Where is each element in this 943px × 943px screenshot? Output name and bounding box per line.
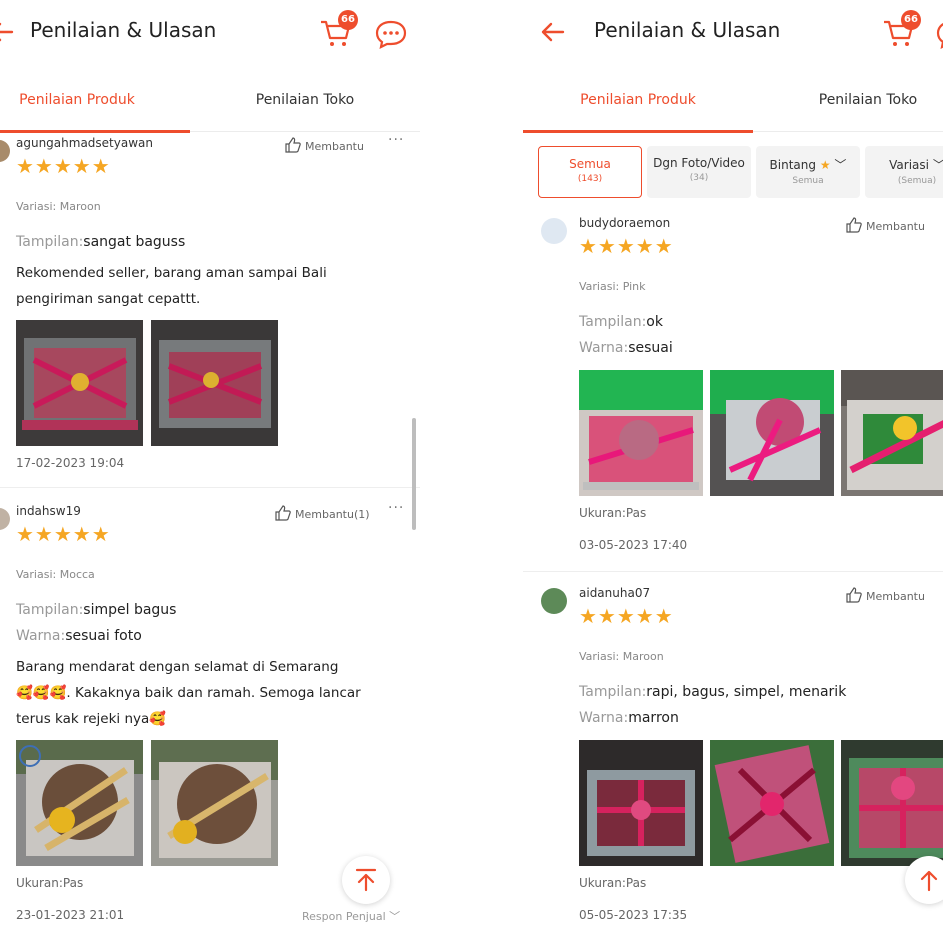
cart-badge: 66 xyxy=(338,10,358,30)
size-label: Ukuran:Pas xyxy=(579,506,647,520)
review-photo[interactable] xyxy=(710,370,834,496)
rating-stars: ★★★★★ xyxy=(579,234,674,258)
app-header: Penilaian & Ulasan 66 xyxy=(523,0,943,64)
reviewer-name: aidanuha07 xyxy=(579,586,651,600)
review-date: 03-05-2023 17:40 xyxy=(579,538,688,552)
cart-icon[interactable]: 66 xyxy=(318,10,358,50)
review-photos xyxy=(579,740,943,866)
page-title: Penilaian & Ulasan xyxy=(594,18,781,42)
scroll-to-top-button[interactable] xyxy=(342,856,390,904)
attr-appearance: Tampilan:rapi, bagus, simpel, menarik xyxy=(579,684,847,700)
size-label: Ukuran:Pas xyxy=(16,876,84,890)
reviewer-name: agungahmadsetyawan xyxy=(16,136,153,150)
review-photos xyxy=(16,740,286,866)
review-date: 23-01-2023 21:01 xyxy=(16,908,125,922)
arrow-up-icon xyxy=(355,868,377,892)
arrow-up-icon xyxy=(920,870,938,892)
helpful-label: Membantu xyxy=(866,590,925,603)
helpful-button[interactable]: Membantu(1) xyxy=(274,504,370,522)
tab-penilaian-produk[interactable]: Penilaian Produk xyxy=(0,76,190,133)
back-arrow-icon[interactable] xyxy=(0,16,18,48)
helpful-label: Membantu xyxy=(305,140,364,153)
helpful-button[interactable]: Membantu xyxy=(845,216,925,234)
review-photo[interactable] xyxy=(841,740,943,866)
cart-icon[interactable]: 66 xyxy=(881,10,921,50)
right-screen: Penilaian & Ulasan 66 Penilaian Produk P… xyxy=(523,0,943,943)
attr-color: Warna:marron xyxy=(579,710,679,726)
variant-label: Variasi: Maroon xyxy=(579,650,664,663)
scrollbar[interactable] xyxy=(412,418,416,530)
review-text: Barang mendarat dengan selamat di Semara… xyxy=(16,659,361,727)
app-header: Penilaian & Ulasan 66 xyxy=(0,0,420,64)
review-photo[interactable] xyxy=(151,740,278,866)
avatar xyxy=(541,218,567,244)
review-date: 17-02-2023 19:04 xyxy=(16,456,125,470)
review-photo[interactable] xyxy=(579,740,703,866)
more-options-icon[interactable]: ··· xyxy=(388,132,404,148)
more-options-icon[interactable]: ··· xyxy=(388,500,404,516)
review-photo[interactable] xyxy=(710,740,834,866)
review-photo[interactable] xyxy=(16,320,143,446)
page-title: Penilaian & Ulasan xyxy=(30,18,217,42)
review-item: agungahmadsetyawan Membantu ··· ★★★★★ Va… xyxy=(0,132,420,486)
review-text: Rekomended seller, barang aman sampai Ba… xyxy=(16,265,327,307)
left-screen: Penilaian & Ulasan 66 Penilaian Produk P… xyxy=(0,0,420,943)
helpful-label: Membantu(1) xyxy=(295,508,370,521)
helpful-button[interactable]: Membantu xyxy=(845,586,925,604)
avatar xyxy=(0,140,10,162)
variant-label: Variasi: Pink xyxy=(579,280,646,293)
rating-stars: ★★★★★ xyxy=(16,154,111,178)
helpful-label: Membantu xyxy=(866,220,925,233)
attr-appearance: Tampilan:simpel bagus xyxy=(16,602,177,618)
tab-penilaian-produk[interactable]: Penilaian Produk xyxy=(523,76,753,133)
attr-color: Warna:sesuai foto xyxy=(16,628,142,644)
star-icon: ★ xyxy=(819,158,831,172)
rating-stars: ★★★★★ xyxy=(16,522,111,546)
tab-penilaian-toko[interactable]: Penilaian Toko xyxy=(190,76,420,132)
attr-appearance: Tampilan:ok xyxy=(579,314,663,330)
avatar xyxy=(541,588,567,614)
reviewer-name: budydoraemon xyxy=(579,216,671,230)
chevron-down-icon: ﹀ xyxy=(834,158,847,172)
thumbs-up-icon xyxy=(285,137,301,153)
back-arrow-icon[interactable] xyxy=(537,16,569,48)
filter-variant[interactable]: Variasi ﹀(Semua) xyxy=(865,146,943,198)
review-photo[interactable] xyxy=(579,370,703,496)
thumbs-up-icon xyxy=(846,217,862,233)
variant-label: Variasi: Maroon xyxy=(16,200,101,213)
seller-response-toggle[interactable]: Respon Penjual ﹀ xyxy=(302,908,400,924)
review-tabs: Penilaian Produk Penilaian Toko xyxy=(0,76,420,133)
filter-all[interactable]: Semua (143) xyxy=(538,146,642,198)
chevron-down-icon: ﹀ xyxy=(389,910,401,923)
review-tabs: Penilaian Produk Penilaian Toko xyxy=(523,76,943,133)
rating-stars: ★★★★★ xyxy=(579,604,674,628)
cart-badge: 66 xyxy=(901,10,921,30)
thumbs-up-icon xyxy=(275,505,291,521)
thumbs-up-icon xyxy=(846,587,862,603)
review-photo[interactable] xyxy=(151,320,278,446)
attr-color: Warna:sesuai xyxy=(579,340,673,356)
divider xyxy=(0,487,420,488)
filter-chips: Semua (143) Dgn Foto/Video (34) Bintang ★ … xyxy=(523,138,943,208)
review-item: aidanuha07 Membantu ★★★★★ Variasi: Maroo… xyxy=(541,586,943,926)
review-photos xyxy=(579,370,943,496)
chat-icon[interactable] xyxy=(935,18,943,50)
review-date: 05-05-2023 17:35 xyxy=(579,908,688,922)
divider xyxy=(523,571,943,572)
review-photo[interactable] xyxy=(841,370,943,496)
review-photos xyxy=(16,320,286,446)
filter-with-media[interactable]: Dgn Foto/Video (34) xyxy=(647,146,751,198)
reviewer-name: indahsw19 xyxy=(16,504,81,518)
review-photo[interactable] xyxy=(16,740,143,866)
chat-icon[interactable] xyxy=(374,18,408,50)
size-label: Ukuran:Pas xyxy=(579,876,647,890)
attr-appearance: Tampilan:sangat baguss xyxy=(16,234,186,250)
review-item: budydoraemon Membantu ★★★★★ Variasi: Pin… xyxy=(541,216,943,556)
chevron-down-icon: ﹀ xyxy=(933,158,943,172)
filter-stars[interactable]: Bintang ★ ﹀ Semua xyxy=(756,146,860,198)
variant-label: Variasi: Mocca xyxy=(16,568,95,581)
tab-penilaian-toko[interactable]: Penilaian Toko xyxy=(753,76,943,132)
helpful-button[interactable]: Membantu xyxy=(284,136,364,154)
avatar xyxy=(0,508,10,530)
